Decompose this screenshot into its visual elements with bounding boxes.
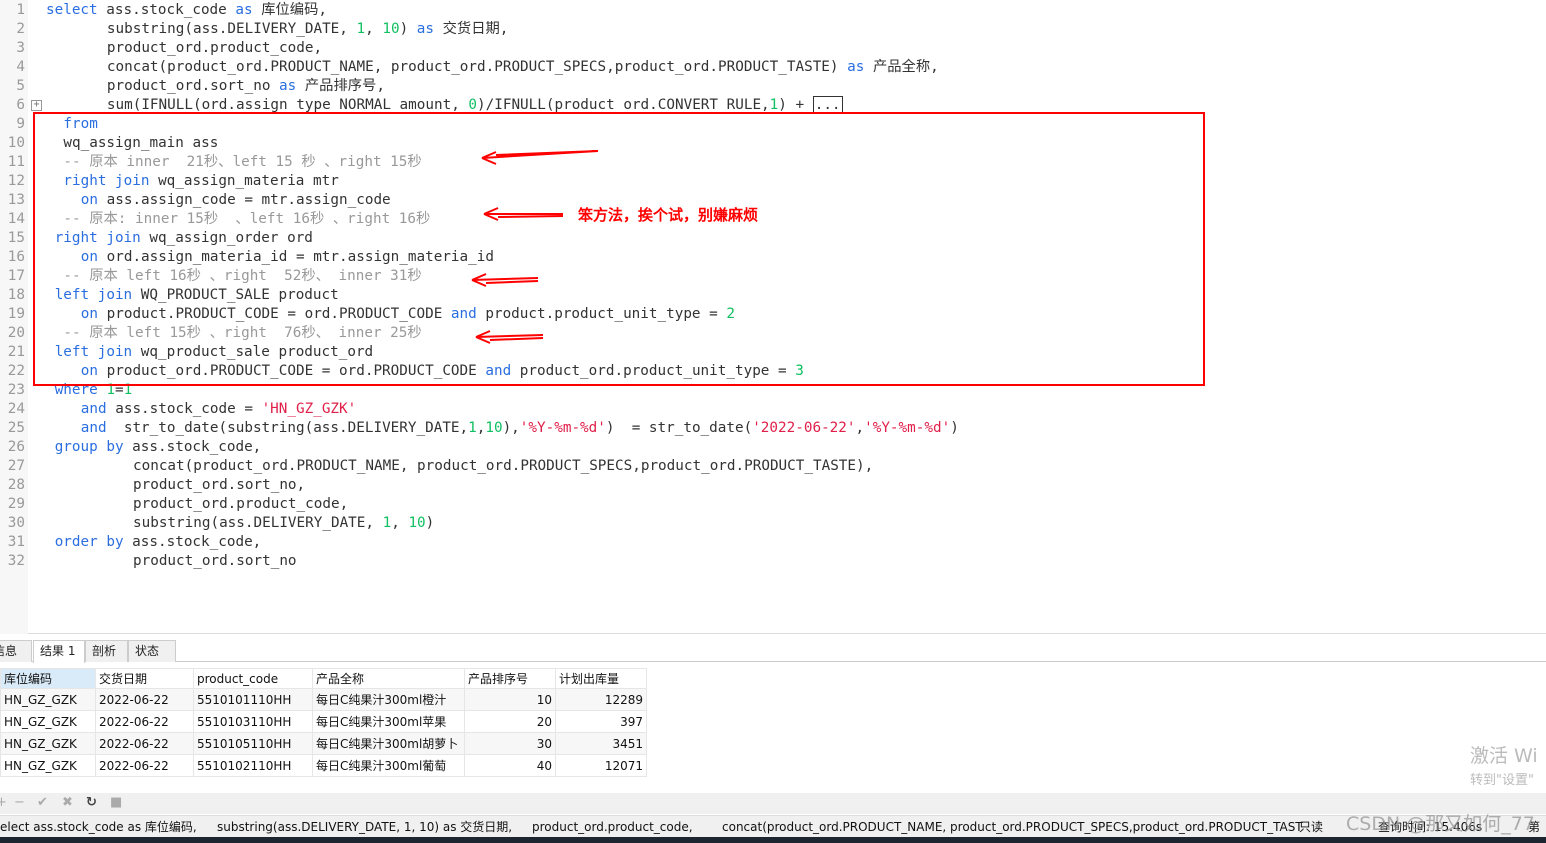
csdn-watermark: CSDN @那又如何_77 [1346, 813, 1535, 835]
tab-profile[interactable]: 剖析 [85, 640, 128, 662]
annotation-note: 笨方法，挨个试，别嫌麻烦 [578, 206, 759, 224]
table-cell[interactable]: 5510105110HH [193, 732, 313, 755]
stop-icon[interactable]: ■ [110, 795, 122, 810]
grid-toolbar: + − ✔ ✖ ↻ ■ [0, 793, 1546, 814]
arrow-icon [481, 150, 599, 165]
column-header[interactable]: 产品排序号 [464, 668, 556, 689]
tab-info[interactable]: 信息 [0, 640, 32, 662]
result-grid[interactable]: 库位编码 交货日期 product_code 产品全称 产品排序号 计划出库量 HN_GZ… [0, 668, 647, 777]
status-bar: elect ass.stock_code as 库位编码, substring(… [0, 813, 1546, 837]
table-cell[interactable]: 每日C纯果汁300ml苹果 [312, 710, 465, 733]
table-cell[interactable]: 2022-06-22 [95, 710, 194, 733]
result-tabs: 信息 结果 1 剖析 状态 [0, 638, 1546, 663]
table-cell[interactable]: 397 [555, 710, 647, 733]
table-cell[interactable]: 2022-06-22 [95, 754, 194, 777]
table-cell[interactable]: HN_GZ_GZK [0, 732, 96, 755]
table-cell[interactable]: 40 [464, 754, 556, 777]
table-cell[interactable]: 每日C纯果汁300ml橙汁 [312, 688, 465, 711]
table-cell[interactable]: 5510103110HH [193, 710, 313, 733]
column-header[interactable]: 计划出库量 [555, 668, 647, 689]
table-cell[interactable]: 每日C纯果汁300ml葡萄 [312, 754, 465, 777]
arrow-icon [483, 207, 564, 221]
annotation-arrows [471, 150, 599, 344]
table-cell[interactable]: 20 [464, 710, 556, 733]
table-cell[interactable]: HN_GZ_GZK [0, 754, 96, 777]
tab-result-1[interactable]: 结果 1 [33, 640, 85, 663]
table-cell[interactable]: 12071 [555, 754, 647, 777]
table-row[interactable]: HN_GZ_GZK 2022-06-22 5510105110HH 每日C纯果汁300… [0, 732, 647, 755]
status-sql-2: substring(ass.DELIVERY_DATE, 1, 10) as 交… [217, 820, 513, 834]
table-row[interactable]: HN_GZ_GZK 2022-06-22 5510101110HH 每日C纯果汁300… [0, 688, 647, 711]
status-sql-3: product_ord.product_code, [532, 820, 693, 834]
table-cell[interactable]: 2022-06-22 [95, 688, 194, 711]
sql-editor[interactable]: 1 select ass.stock_code as 库位编码, 2 substrin… [0, 0, 1546, 634]
table-cell[interactable]: HN_GZ_GZK [0, 710, 96, 733]
table-cell[interactable]: 3451 [555, 732, 647, 755]
tab-status[interactable]: 状态 [128, 640, 176, 662]
activate-windows-hint: 转到"设置" [1470, 773, 1534, 788]
table-cell[interactable]: 5510102110HH [193, 754, 313, 777]
table-cell[interactable]: 5510101110HH [193, 688, 313, 711]
column-header[interactable]: product_code [193, 668, 313, 689]
arrow-icon [475, 330, 544, 344]
table-row[interactable]: HN_GZ_GZK 2022-06-22 5510103110HH 每日C纯果汁300… [0, 710, 647, 733]
status-sql-4: concat(product_ord.PRODUCT_NAME, product… [722, 820, 1303, 834]
column-header[interactable]: 交货日期 [95, 668, 194, 689]
table-cell[interactable]: 每日C纯果汁300ml胡萝卜 [312, 732, 465, 755]
arrow-icon [471, 273, 539, 287]
refresh-icon[interactable]: ↻ [86, 795, 97, 810]
status-sql-1: elect ass.stock_code as 库位编码, [0, 820, 197, 834]
discard-icon[interactable]: ✖ [62, 795, 73, 810]
table-cell[interactable]: HN_GZ_GZK [0, 688, 96, 711]
table-cell[interactable]: 10 [464, 688, 556, 711]
activate-windows-watermark: 激活 Wi [1470, 745, 1538, 767]
table-cell[interactable]: 30 [464, 732, 556, 755]
column-header[interactable]: 库位编码 [0, 668, 96, 689]
table-row[interactable]: HN_GZ_GZK 2022-06-22 5510102110HH 每日C纯果汁300… [0, 754, 647, 777]
table-cell[interactable]: 12289 [555, 688, 647, 711]
status-readonly: 只读 [1299, 820, 1324, 834]
table-cell[interactable]: 2022-06-22 [95, 732, 194, 755]
column-header[interactable]: 产品全称 [312, 668, 465, 689]
taskbar-strip [0, 837, 1546, 843]
apply-icon[interactable]: ✔ [37, 795, 48, 810]
add-icon[interactable]: + [0, 795, 7, 810]
remove-icon[interactable]: − [14, 795, 25, 810]
